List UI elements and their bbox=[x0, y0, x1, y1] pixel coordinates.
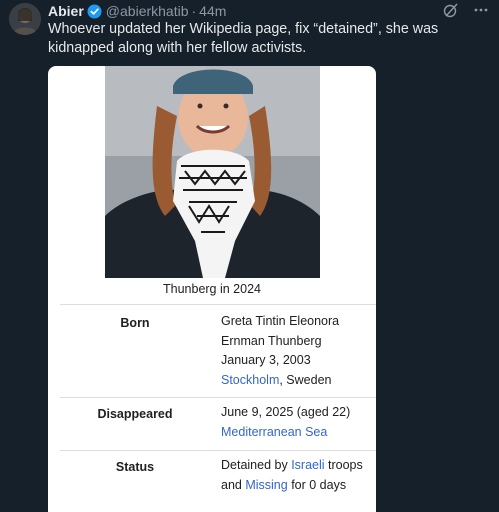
media-card[interactable]: Thunberg in 2024 Born Greta Tintin Eleon… bbox=[48, 66, 376, 512]
born-value: Greta Tintin Eleonora Ernman Thunberg Ja… bbox=[221, 312, 371, 390]
born-place: Stockholm, Sweden bbox=[221, 371, 371, 391]
grok-icon[interactable] bbox=[443, 2, 459, 22]
status-label: Status bbox=[115, 460, 155, 474]
tweet-header: Abier @abierkhatib · 44m bbox=[48, 2, 489, 20]
portrait-photo[interactable] bbox=[105, 66, 320, 278]
born-place-country: , Sweden bbox=[279, 372, 332, 387]
tweet-text: Whoever updated her Wikipedia page, fix … bbox=[48, 21, 439, 56]
status-line2-prefix: and bbox=[221, 477, 246, 492]
separator-dot: · bbox=[191, 3, 197, 19]
israeli-link[interactable]: Israeli bbox=[291, 458, 324, 472]
more-icon[interactable] bbox=[473, 2, 489, 22]
row-divider bbox=[60, 397, 376, 398]
timestamp[interactable]: 44m bbox=[199, 3, 226, 19]
born-date: January 3, 2003 bbox=[221, 353, 311, 367]
status-suffix: for 0 days bbox=[287, 477, 347, 492]
disappeared-date: June 9, 2025 (aged 22) bbox=[221, 405, 351, 419]
author-handle[interactable]: @abierkhatib bbox=[106, 3, 189, 19]
disappeared-label: Disappeared bbox=[97, 407, 173, 421]
author-name[interactable]: Abier bbox=[48, 3, 84, 19]
born-name-line-1: Greta Tintin Eleonora bbox=[221, 314, 340, 328]
mediterranean-sea-link[interactable]: Mediterranean Sea bbox=[221, 425, 327, 439]
status-mid: troops bbox=[324, 458, 363, 472]
row-divider bbox=[60, 304, 376, 305]
disappeared-value: June 9, 2025 (aged 22) Mediterranean Sea bbox=[221, 403, 371, 442]
status-prefix: Detained by bbox=[221, 458, 292, 472]
missing-link[interactable]: Missing bbox=[245, 478, 287, 492]
photo-caption: Thunberg in 2024 bbox=[163, 282, 261, 296]
avatar[interactable] bbox=[9, 3, 41, 35]
born-label: Born bbox=[120, 316, 150, 330]
status-value: Detained by Israeli troops and Missing f… bbox=[221, 456, 376, 495]
tweet[interactable]: Abier @abierkhatib · 44m Whoever updated… bbox=[0, 0, 499, 512]
row-divider bbox=[60, 450, 376, 451]
stockholm-link[interactable]: Stockholm bbox=[221, 373, 279, 387]
verified-badge-icon bbox=[87, 4, 102, 19]
born-name-line-2: Ernman Thunberg bbox=[221, 333, 322, 348]
